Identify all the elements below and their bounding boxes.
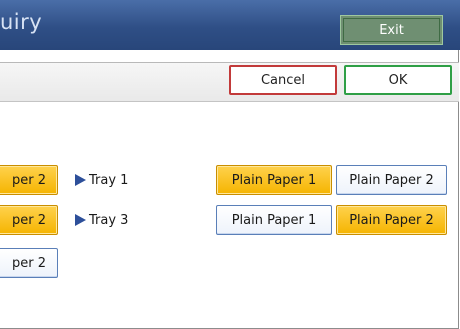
tray-3-option-1-label: Plain Paper 1 [231,212,317,228]
tray-1-option-2-label: Plain Paper 2 [349,172,434,188]
left-paper-button-2[interactable]: per 2 [0,205,58,235]
tray-1-name: Tray 1 [89,172,129,188]
ok-button[interactable]: OK [344,65,452,95]
exit-label: Exit [379,22,404,38]
tray-1-plain-paper-2-button[interactable]: Plain Paper 2 [336,165,447,195]
cancel-button[interactable]: Cancel [229,65,337,95]
tray-3-name: Tray 3 [89,212,129,228]
triangle-right-icon [75,214,86,226]
exit-button[interactable]: Exit [340,15,443,45]
title-bar: uiry Exit [0,0,460,50]
tray-3-plain-paper-2-button[interactable]: Plain Paper 2 [336,205,447,235]
triangle-right-icon [75,174,86,186]
left-paper-label-1: per 2 [12,172,46,188]
tray-3-option-2-label: Plain Paper 2 [349,212,434,228]
left-paper-label-3: per 2 [12,255,46,271]
screen-title: uiry [0,10,43,34]
left-paper-button-1[interactable]: per 2 [0,165,58,195]
tray-3-label: Tray 3 [75,205,128,235]
left-paper-button-3[interactable]: per 2 [0,248,58,278]
tray-1-option-1-label: Plain Paper 1 [231,172,317,188]
tray-3-plain-paper-1-button[interactable]: Plain Paper 1 [216,205,332,235]
tray-1-label: Tray 1 [75,165,128,195]
left-paper-label-2: per 2 [12,212,46,228]
tray-1-plain-paper-1-button[interactable]: Plain Paper 1 [216,165,332,195]
